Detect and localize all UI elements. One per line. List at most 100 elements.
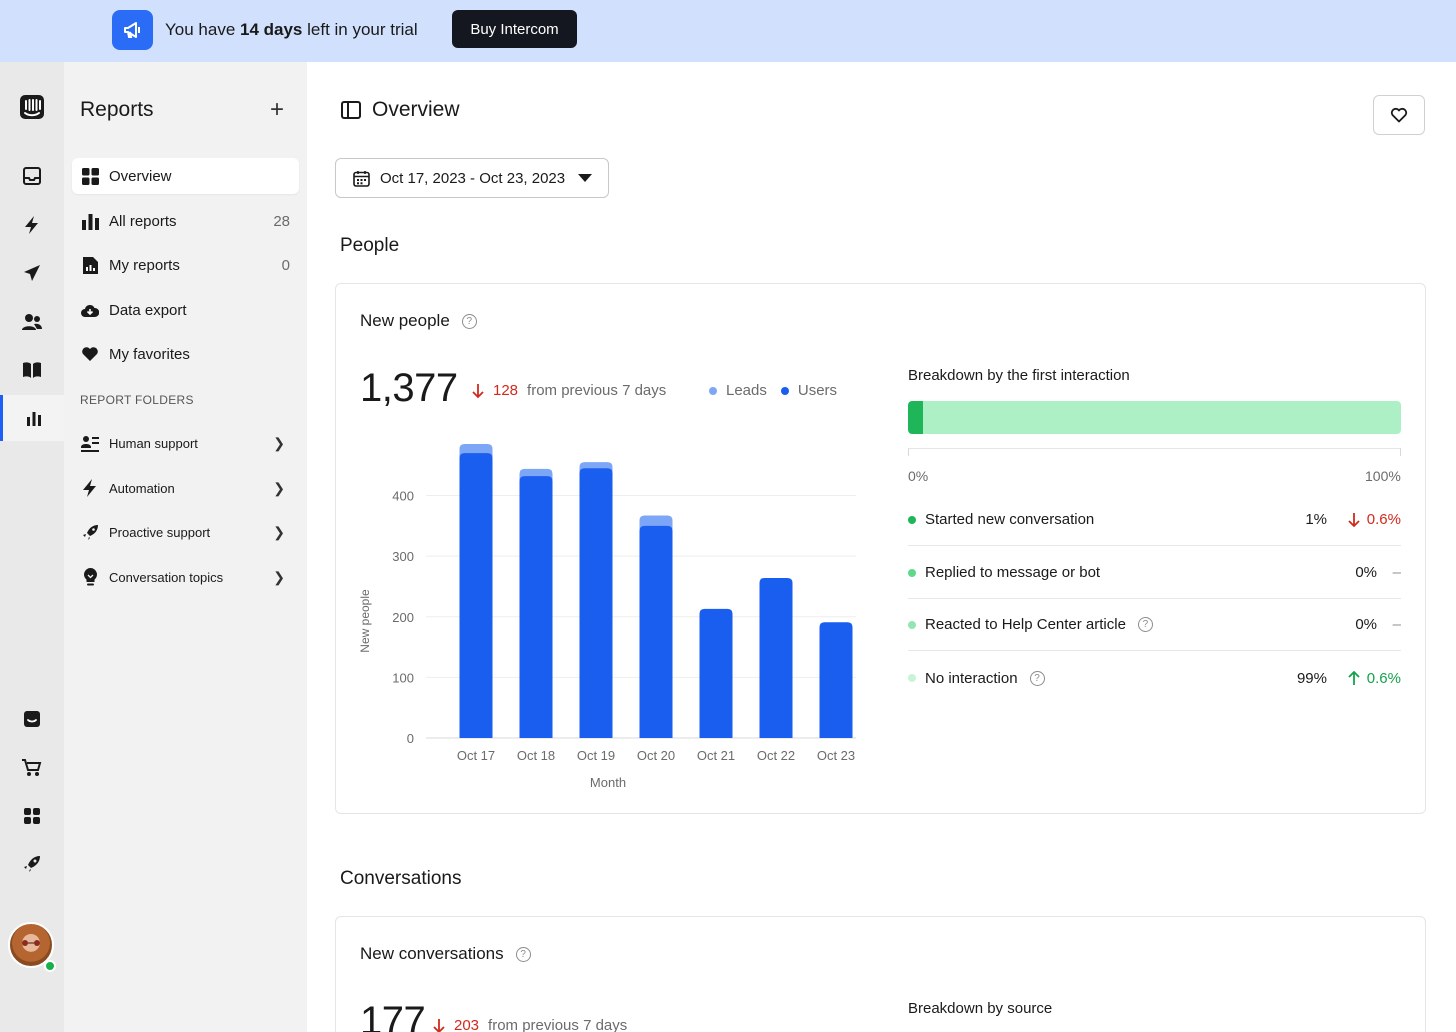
sidebar-folder-human-support[interactable]: Human support ❯	[72, 425, 299, 461]
sidebar-item-label: Proactive support	[109, 524, 211, 540]
buy-intercom-button[interactable]: Buy Intercom	[452, 10, 577, 48]
people-heading: People	[340, 235, 400, 256]
lightbulb-icon	[81, 568, 99, 586]
y-tick-label: 300	[392, 549, 414, 564]
sidebar-item-label: Human support	[109, 435, 198, 451]
cloud-download-icon	[81, 301, 99, 319]
bar-chart-icon	[81, 212, 99, 230]
arrow-up-icon	[1348, 670, 1360, 685]
row-percent: 99%	[1296, 669, 1327, 687]
new-conversations-card: New conversations? 177 203 from previous…	[335, 916, 1426, 1032]
new-people-total: 1,377	[360, 366, 458, 410]
breakdown-bar-fill	[908, 401, 923, 434]
x-tick-label: Oct 17	[457, 748, 495, 763]
app-rail	[0, 62, 64, 1032]
sidebar-item-label: My reports	[109, 256, 180, 274]
help-icon[interactable]: ?	[1029, 670, 1045, 686]
cart-icon[interactable]	[0, 745, 64, 791]
bolt-icon[interactable]	[0, 202, 64, 248]
breakdown-bar	[908, 401, 1401, 434]
row-color-dot	[908, 568, 916, 577]
new-conversations-delta: 203 from previous 7 days	[432, 1017, 627, 1032]
heart-icon	[81, 345, 99, 363]
sidebar-item-label: Automation	[109, 480, 175, 496]
chevron-right-icon: ❯	[273, 523, 285, 540]
row-color-dot	[908, 515, 916, 524]
send-icon[interactable]	[0, 250, 64, 296]
heart-outline-icon	[1390, 107, 1408, 123]
date-range-picker[interactable]: Oct 17, 2023 - Oct 23, 2023	[335, 158, 609, 198]
arrow-down-icon	[1348, 512, 1360, 527]
people-list-icon	[81, 434, 99, 452]
sidebar-toggle-icon[interactable]	[341, 100, 361, 120]
caret-down-icon	[578, 174, 592, 182]
bar-users	[579, 468, 613, 738]
bolt-icon	[81, 479, 99, 497]
rocket-icon[interactable]	[0, 841, 64, 887]
apps-grid-icon[interactable]	[0, 793, 64, 839]
y-axis-label: New people	[358, 589, 372, 653]
help-icon[interactable]: ?	[515, 946, 531, 962]
sidebar-folder-conversation-topics[interactable]: Conversation topics ❯	[72, 559, 299, 595]
reports-icon[interactable]	[0, 395, 64, 441]
breakdown-row[interactable]: Started new conversation 1% 0.6%	[908, 494, 1401, 546]
row-color-dot	[908, 620, 916, 629]
x-tick-label: Oct 20	[637, 748, 675, 763]
breakdown-row[interactable]: Replied to message or bot 0% –	[908, 547, 1401, 599]
report-folders-heading: REPORT FOLDERS	[80, 393, 194, 407]
megaphone-icon	[112, 10, 153, 50]
bar-users	[699, 608, 733, 738]
sidebar-item-my-favorites[interactable]: My favorites	[72, 336, 299, 372]
row-label: Replied to message or bot	[925, 564, 1101, 581]
intercom-logo-icon[interactable]	[0, 84, 64, 130]
chevron-right-icon: ❯	[273, 434, 285, 451]
row-percent: 0%	[1355, 616, 1377, 633]
row-change: –	[1392, 564, 1401, 581]
breakdown-row[interactable]: No interaction ? 99% 0.6%	[908, 652, 1401, 704]
y-tick-label: 0	[407, 731, 414, 746]
rocket-icon	[81, 523, 99, 541]
sidebar-item-label: Overview	[109, 167, 172, 185]
legend-dot-users	[780, 386, 789, 395]
sidebar-title: Reports	[80, 98, 154, 121]
row-percent: 1%	[1305, 511, 1327, 528]
row-label: No interaction	[925, 669, 1018, 687]
inbox-icon[interactable]	[0, 153, 64, 199]
breakdown-min-label: 0%	[908, 468, 929, 484]
breakdown-axis	[908, 448, 1401, 456]
add-report-button[interactable]: +	[270, 96, 284, 124]
sidebar-item-data-export[interactable]: Data export	[72, 292, 299, 328]
report-count: 28	[273, 212, 290, 230]
breakdown-row[interactable]: Reacted to Help Center article ? 0% –	[908, 599, 1401, 651]
sidebar-item-label: My favorites	[109, 345, 190, 363]
sidebar-item-overview[interactable]: Overview	[72, 158, 299, 194]
contacts-icon[interactable]	[0, 299, 64, 345]
trial-text: You have 14 days left in your trial	[165, 20, 418, 39]
messenger-icon[interactable]	[0, 696, 64, 742]
new-people-delta: 128 from previous 7 days	[471, 382, 666, 399]
card-title: New conversations?	[360, 944, 531, 964]
sidebar-item-my-reports[interactable]: My reports 0	[72, 247, 299, 283]
sidebar-folder-automation[interactable]: Automation ❯	[72, 470, 299, 506]
row-change: –	[1392, 616, 1401, 633]
bar-users	[819, 622, 853, 738]
help-icon[interactable]: ?	[461, 313, 477, 329]
sidebar-item-all-reports[interactable]: All reports 28	[72, 203, 299, 239]
reports-sidebar: Reports + Overview All reports 28 My rep…	[64, 62, 307, 1032]
conversations-heading: Conversations	[340, 868, 462, 889]
help-icon[interactable]: ?	[1137, 617, 1153, 632]
row-label: Started new conversation	[925, 511, 1095, 528]
knowledge-book-icon[interactable]	[0, 347, 64, 393]
card-title: New people?	[360, 311, 477, 331]
trial-banner: You have 14 days left in your trial Buy …	[0, 0, 1456, 62]
chart-legend: Leads Users	[709, 382, 837, 399]
legend-users: Users	[797, 382, 838, 399]
breakdown-source-title: Breakdown by source	[908, 1000, 1053, 1017]
favorite-button[interactable]	[1373, 95, 1425, 135]
row-color-dot	[908, 674, 916, 682]
new-people-bar-chart: 0 100 200 300 400 Oct 17 Oct 18 Oct 19 Oct 20 Oct…	[358, 444, 856, 790]
sidebar-item-label: All reports	[109, 212, 177, 230]
sidebar-folder-proactive-support[interactable]: Proactive support ❯	[72, 514, 299, 550]
legend-leads: Leads	[726, 382, 767, 399]
report-count: 0	[281, 256, 290, 274]
